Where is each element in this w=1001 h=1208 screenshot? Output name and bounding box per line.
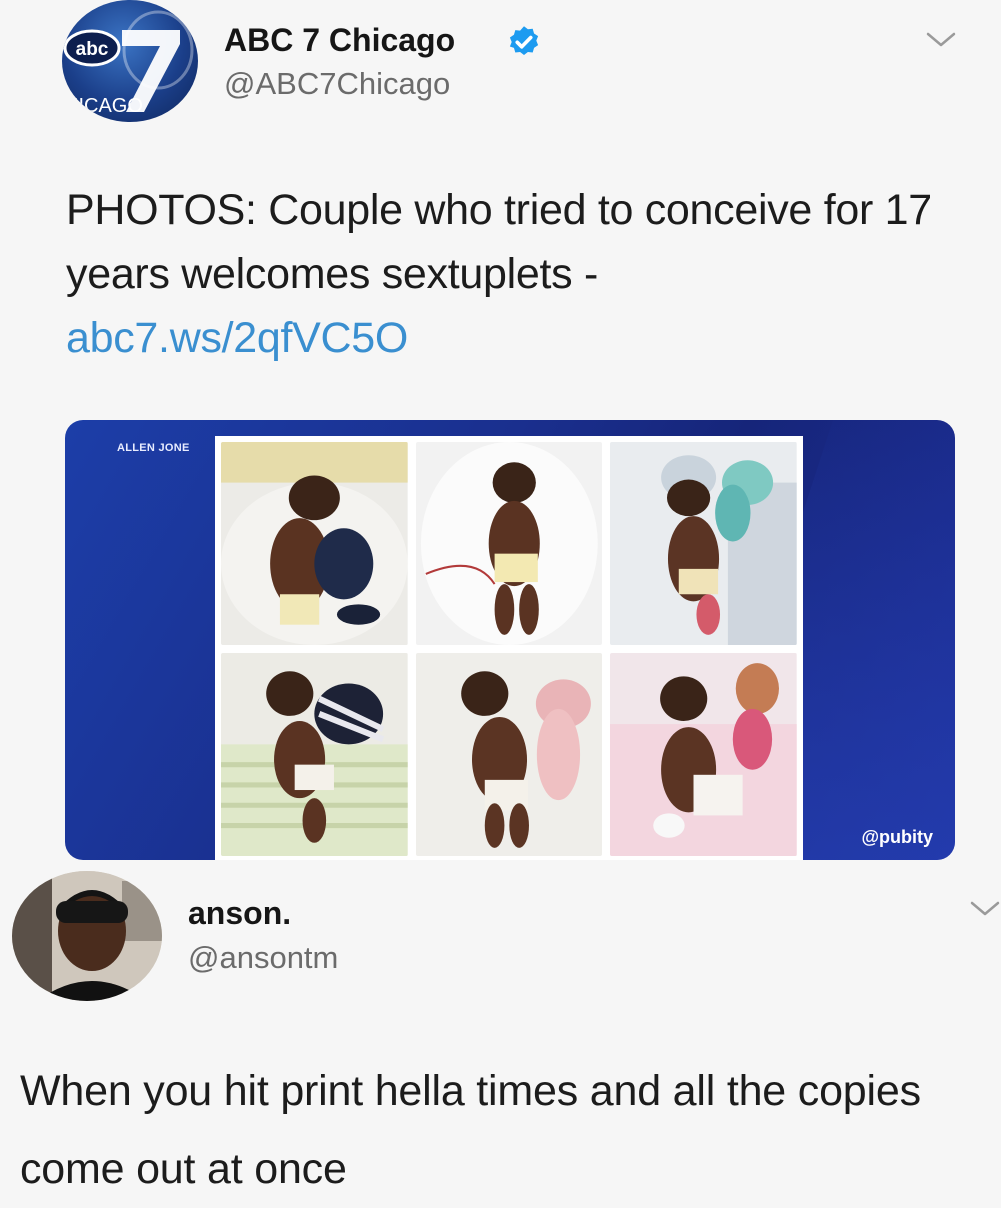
photo-credit: ALLEN JONE xyxy=(117,442,190,454)
baby-photo xyxy=(610,653,797,856)
tweet-text: When you hit print hella times and all t… xyxy=(20,1067,921,1193)
tweet-media-image[interactable]: ALLEN JONE @pubity xyxy=(65,420,955,860)
anson-tweet: anson. @ansontm When you hit print hella… xyxy=(0,865,1001,1200)
baby-photo xyxy=(221,653,408,856)
verified-badge-icon xyxy=(509,26,539,56)
pubity-watermark: @pubity xyxy=(861,827,933,847)
baby-photo xyxy=(415,653,603,856)
baby-photo xyxy=(415,442,603,645)
display-name[interactable]: anson. xyxy=(188,895,291,932)
display-name[interactable]: ABC 7 Chicago xyxy=(224,22,455,59)
abc7-tweet: abc HICAGO ABC 7 Chicago @ABC7Chicago PH… xyxy=(0,0,1001,865)
tweet-text-body: PHOTOS: Couple who tried to conceive for… xyxy=(66,186,932,298)
handle[interactable]: @ABC7Chicago xyxy=(224,66,450,102)
chevron-down-icon[interactable] xyxy=(924,30,958,50)
sextuplets-photo-grid xyxy=(215,436,803,860)
baby-photo xyxy=(221,442,408,645)
svg-text:HICAGO: HICAGO xyxy=(64,95,143,117)
svg-text:abc: abc xyxy=(76,39,109,60)
baby-photo xyxy=(610,442,797,645)
tweet-link[interactable]: abc7.ws/2qfVC5O xyxy=(66,314,408,362)
chevron-down-icon[interactable] xyxy=(968,899,1001,919)
tweet-text: PHOTOS: Couple who tried to conceive for… xyxy=(66,178,946,370)
abc7-logo-icon: abc HICAGO xyxy=(63,10,194,117)
profile-photo-icon xyxy=(12,871,162,1001)
anson-avatar[interactable] xyxy=(12,871,162,1001)
abc7-avatar[interactable]: abc HICAGO xyxy=(62,0,198,122)
handle[interactable]: @ansontm xyxy=(188,940,338,976)
